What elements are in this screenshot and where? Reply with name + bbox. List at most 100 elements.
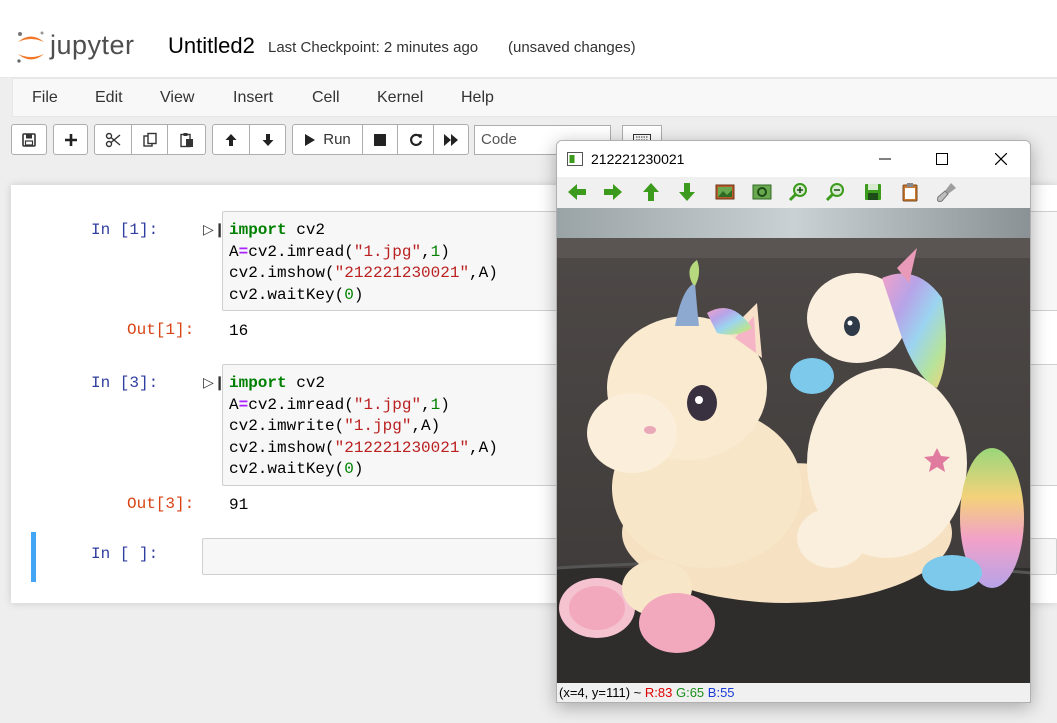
code-token: 0 [344,285,354,304]
code-token: , [421,395,431,414]
cell-output: 91 [229,496,249,514]
window-title: 212221230021 [591,151,685,167]
code-token: "1.jpg" [353,395,422,414]
close-icon[interactable] [995,153,1007,165]
minimize-icon[interactable] [879,153,891,165]
menu-insert[interactable]: Insert [233,89,273,107]
menu-edit[interactable]: Edit [95,89,123,107]
arrow-up-icon [225,133,237,146]
cut-icon [105,132,121,147]
cell-type-value: Code [481,131,517,148]
move-up-button[interactable] [212,124,250,155]
code-token: ,A) [469,264,498,282]
zoom-fit-icon[interactable] [714,181,736,203]
code-token: cv2 [286,221,326,239]
output-prompt: Out[3]: [127,495,195,513]
pan-down-icon[interactable] [676,181,698,203]
save-button[interactable] [11,124,47,155]
run-label: Run [323,131,351,148]
insert-cell-button[interactable] [53,124,88,155]
restart-run-all-button[interactable] [433,124,469,155]
restart-button[interactable] [397,124,434,155]
unicorn-plush-photo [557,208,1030,683]
code-token: cv2.imread( [248,395,354,414]
code-token: 0 [344,460,354,478]
move-down-button[interactable] [249,124,286,155]
code-token: A [229,395,239,414]
pan-left-icon[interactable] [566,181,588,203]
cell-output: 16 [229,322,249,340]
code-token: cv2.imshow( [229,438,335,457]
save-icon [22,132,36,147]
copy-button[interactable] [131,124,168,155]
paste-icon [179,132,193,147]
stop-icon [374,133,386,146]
image-toolbar [557,177,1030,208]
run-icon [305,133,316,146]
copy-clipboard-icon[interactable] [899,181,921,203]
green-value: G:65 [675,685,705,700]
save-image-icon[interactable] [862,181,884,203]
menu-view[interactable]: View [160,89,194,107]
menu-kernel[interactable]: Kernel [377,89,423,107]
checkpoint-status: Last Checkpoint: 2 minutes ago [268,39,479,56]
restart-icon [409,133,422,146]
code-token: import [229,374,287,392]
opencv-image-window[interactable]: 212221230021 (x=4, y=111) ~ R:83 G:65 B:… [556,140,1031,703]
cut-button[interactable] [94,124,132,155]
code-token: ) [440,395,450,414]
logo-text: jupyter [50,30,135,60]
unsaved-indicator: (unsaved changes) [508,39,636,56]
code-token: "1.jpg" [344,417,412,435]
maximize-icon[interactable] [936,153,948,165]
code-token: "1.jpg" [353,242,422,261]
input-prompt: In [1]: [91,221,159,239]
menubar: File Edit View Insert Cell Kernel Help [12,78,1057,117]
header: jupyter Untitled2 Last Checkpoint: 2 min… [0,0,1057,78]
code-token: , [421,242,431,261]
window-app-icon [567,152,583,166]
cursor-position: (x=4, y=111) ~ [559,685,645,700]
pixel-info-status-bar: (x=4, y=111) ~ R:83 G:65 B:55 [557,683,1030,702]
code-token: "212221230021" [334,264,470,282]
interrupt-button[interactable] [362,124,398,155]
code-token: 1 [430,395,441,414]
code-token: ) [353,460,364,478]
run-button[interactable]: Run [292,124,363,155]
jupyter-logo[interactable]: jupyter [14,28,159,68]
code-token: cv2.waitKey( [229,285,345,304]
paste-button[interactable] [167,124,206,155]
properties-icon[interactable] [936,181,958,203]
code-token: cv2.imwrite( [229,417,345,435]
menu-file[interactable]: File [32,89,58,107]
blue-value: B:55 [707,685,735,700]
zoom-original-icon[interactable] [751,181,773,203]
arrow-down-icon [262,133,273,146]
input-prompt: In [ ]: [91,545,159,563]
notebook-name[interactable]: Untitled2 [168,33,255,59]
code-token: = [238,242,249,261]
jupyter-app: jupyter Untitled2 Last Checkpoint: 2 min… [0,0,1057,723]
code-token: = [238,395,249,414]
zoom-in-icon[interactable] [788,181,810,203]
menu-cell[interactable]: Cell [312,89,340,107]
code-token: ,A) [411,417,441,435]
code-token: cv2.imread( [248,242,354,261]
menu-help[interactable]: Help [461,89,494,107]
code-token: ,A) [469,438,498,457]
code-token: cv2.imshow( [229,264,335,282]
output-prompt: Out[1]: [127,321,195,339]
code-token: ) [440,242,450,261]
red-value: R:83 [644,685,673,700]
copy-icon [142,132,157,147]
code-token: cv2.waitKey( [229,460,345,478]
plus-icon [64,133,77,146]
zoom-out-icon[interactable] [825,181,847,203]
displayed-image[interactable] [557,208,1030,683]
window-titlebar[interactable]: 212221230021 [557,141,1030,177]
code-token: cv2 [286,374,326,392]
pan-up-icon[interactable] [640,181,662,203]
input-prompt: In [3]: [91,374,159,392]
pan-right-icon[interactable] [602,181,624,203]
code-token: import [229,221,287,239]
